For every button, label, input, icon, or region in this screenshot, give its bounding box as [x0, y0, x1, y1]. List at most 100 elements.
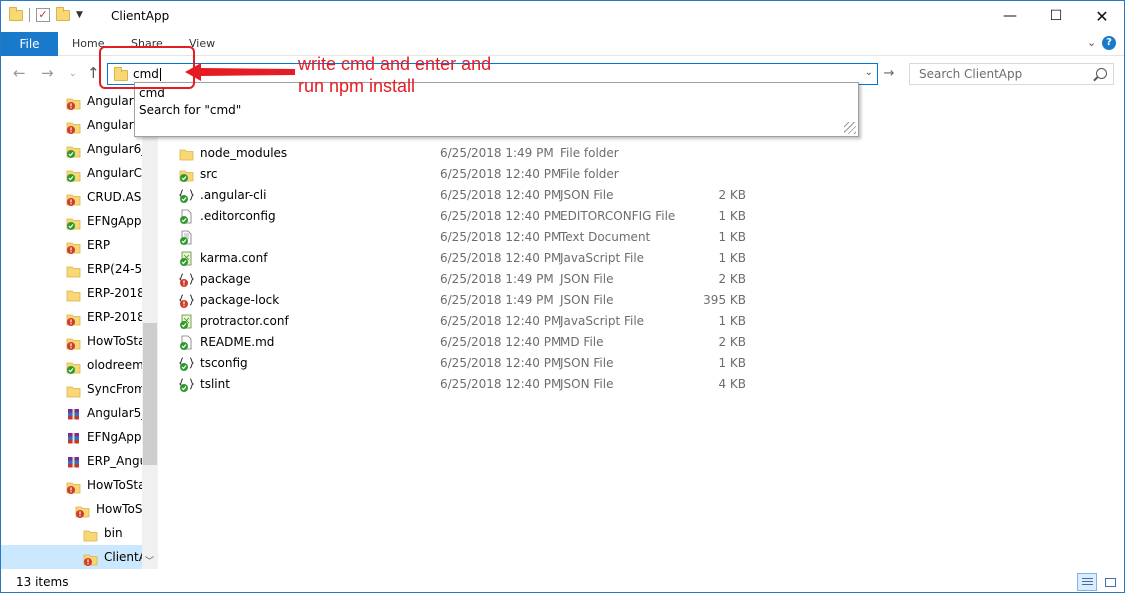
expand-ribbon-icon[interactable]: ⌄: [1087, 36, 1096, 49]
file-date: 6/25/2018 12:40 PM: [440, 251, 562, 265]
file-name: node_modules: [200, 146, 288, 160]
tree-item[interactable]: AngularCR: [1, 161, 150, 185]
file-row[interactable]: tsconfig 6/25/2018 12:40 PM JSON File 1 KB: [161, 353, 761, 374]
file-row[interactable]: package 6/25/2018 1:49 PM JSON File 2 KB: [161, 269, 761, 290]
red-arrow-icon: [185, 63, 295, 81]
go-arrow-icon[interactable]: →: [881, 66, 897, 82]
tree-item[interactable]: Angular5: [1, 89, 142, 113]
recent-locations-icon[interactable]: ⌄: [69, 69, 77, 79]
up-arrow-icon[interactable]: ↑: [87, 64, 100, 82]
tree-item[interactable]: bin: [1, 521, 142, 545]
search-box[interactable]: Search ClientApp: [909, 63, 1114, 85]
folder-error-icon: [66, 118, 81, 134]
file-size: 2 KB: [718, 188, 746, 202]
tree-item[interactable]: ClientA: [1, 545, 147, 569]
text-ok-icon: [179, 230, 193, 245]
tree-item[interactable]: ERP(24-5-2: [1, 257, 154, 281]
archive-icon: [66, 406, 81, 421]
tree-item[interactable]: HowToSta: [1, 473, 146, 497]
large-icons-view-button[interactable]: [1100, 573, 1120, 591]
maximize-button[interactable]: ☐: [1033, 1, 1079, 32]
suggestion-item[interactable]: Search for "cmd": [139, 103, 241, 117]
json-ok-icon: [178, 377, 195, 392]
file-size: 1 KB: [718, 314, 746, 328]
file-row[interactable]: package-lock 6/25/2018 1:49 PM JSON File 39…: [161, 290, 761, 311]
properties-icon[interactable]: ✓: [36, 8, 50, 22]
file-row[interactable]: node_modules 6/25/2018 1:49 PM File folder: [161, 143, 761, 164]
folder-icon: [179, 146, 194, 161]
json-ok-icon: [178, 188, 195, 203]
tree-item[interactable]: HowToSta: [1, 329, 146, 353]
window-title: ClientApp: [111, 9, 170, 23]
tree-item-label: ERP: [87, 238, 111, 252]
file-name: README.md: [200, 335, 275, 349]
tree-item[interactable]: ERP_Angu: [1, 449, 147, 473]
folder-ok-icon: [179, 167, 194, 182]
help-icon[interactable]: ?: [1102, 36, 1116, 50]
tree-item[interactable]: Angular5_: [1, 401, 147, 425]
tree-item[interactable]: ERP-2018-: [1, 281, 149, 305]
details-view-button[interactable]: [1077, 573, 1097, 591]
file-size: 1 KB: [718, 356, 746, 370]
tree-item[interactable]: CRUD.ASP: [1, 185, 149, 209]
search-icon[interactable]: [1096, 68, 1107, 79]
folder-ok-icon: [66, 358, 81, 374]
file-row[interactable]: .angular-cli 6/25/2018 12:40 PM JSON File 2…: [161, 185, 761, 206]
tree-item[interactable]: HowToSt: [1, 497, 147, 521]
tree-item[interactable]: olodreem: [1, 353, 144, 377]
tree-item[interactable]: EFNgApp(: [1, 425, 146, 449]
tree-item[interactable]: Angular6_: [1, 137, 147, 161]
details-view-icon: [1082, 578, 1093, 587]
folder-error-icon: [66, 478, 81, 494]
tree-item-label: HowToSta: [87, 478, 146, 492]
file-row[interactable]: karma.conf 6/25/2018 12:40 PM JavaScript F…: [161, 248, 761, 269]
tab-file[interactable]: File: [1, 32, 58, 56]
title-bar: ✓ ▼ ClientApp — ☐ ✕: [1, 1, 1124, 32]
file-ok-icon: [179, 335, 193, 350]
minimize-button[interactable]: —: [987, 1, 1033, 32]
file-row[interactable]: .editorconfig 6/25/2018 12:40 PM EDITORCON…: [161, 206, 761, 227]
tree-item[interactable]: SyncFrom: [1, 377, 146, 401]
file-date: 6/25/2018 12:40 PM: [440, 335, 562, 349]
file-row[interactable]: src 6/25/2018 12:40 PM File folder: [161, 164, 761, 185]
close-button[interactable]: ✕: [1079, 1, 1125, 32]
file-row[interactable]: tslint 6/25/2018 12:40 PM JSON File 4 KB: [161, 374, 761, 395]
folder-icon: [9, 6, 23, 21]
folder-icon: [66, 286, 81, 302]
file-name: src: [200, 167, 218, 181]
item-count: 13 items: [16, 575, 69, 589]
back-arrow-icon[interactable]: ←: [13, 64, 26, 82]
file-row[interactable]: 6/25/2018 12:40 PM Text Document 1 KB: [161, 227, 761, 248]
search-input[interactable]: Search ClientApp: [919, 67, 1022, 81]
scrollbar-thumb[interactable]: [143, 323, 157, 465]
file-size: 1 KB: [718, 251, 746, 265]
file-type: JSON File: [560, 356, 614, 370]
file-type: JSON File: [560, 272, 614, 286]
folder-icon: [83, 526, 98, 542]
file-type: JSON File: [560, 293, 614, 307]
file-type: JSON File: [560, 377, 614, 391]
tree-item[interactable]: Angular6: [1, 113, 142, 137]
forward-arrow-icon[interactable]: →: [41, 64, 54, 82]
js-ok-icon: [179, 314, 193, 329]
file-type: EDITORCONFIG File: [560, 209, 676, 223]
folder-error-icon: [83, 550, 98, 566]
folder-ok-icon: [66, 142, 81, 158]
tree-item[interactable]: ERP: [1, 233, 142, 257]
scroll-down-icon[interactable]: ﹀: [145, 554, 154, 567]
customize-toolbar-icon[interactable]: ▼: [76, 10, 83, 20]
file-date: 6/25/2018 12:40 PM: [440, 356, 562, 370]
tree-item[interactable]: EFNgApp: [1, 209, 142, 233]
tree-item[interactable]: ERP-2018-: [1, 305, 149, 329]
new-folder-icon[interactable]: [56, 6, 70, 21]
tree-item-label: ERP_Angu: [87, 454, 148, 468]
resize-grip-icon[interactable]: [844, 122, 856, 134]
folder-error-icon: [66, 310, 81, 326]
file-type: MD File: [560, 335, 604, 349]
navigation-scrollbar[interactable]: ︿ ﹀: [142, 89, 158, 569]
separator: [29, 8, 30, 22]
file-row[interactable]: protractor.conf 6/25/2018 12:40 PM JavaScr…: [161, 311, 761, 332]
json-error-icon: [178, 293, 195, 308]
chevron-down-icon[interactable]: ⌄: [865, 67, 873, 78]
file-row[interactable]: README.md 6/25/2018 12:40 PM MD File 2 KB: [161, 332, 761, 353]
